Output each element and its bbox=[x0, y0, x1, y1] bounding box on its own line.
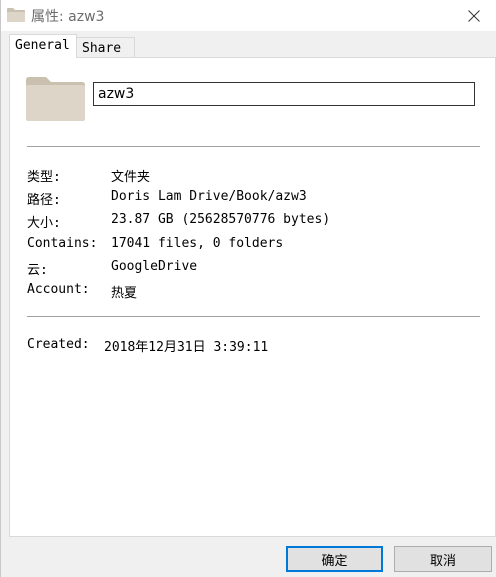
folder-icon bbox=[26, 77, 85, 121]
cloud-value: GoogleDrive bbox=[111, 259, 198, 274]
folder-icon bbox=[7, 8, 25, 22]
tab-general[interactable]: General bbox=[9, 34, 77, 58]
created-label: Created: bbox=[27, 337, 90, 352]
title-bar[interactable]: 属性: azw3 bbox=[1, 0, 496, 31]
divider bbox=[27, 316, 480, 317]
contains-label: Contains: bbox=[27, 236, 98, 251]
close-button[interactable] bbox=[451, 0, 496, 31]
created-value: 2018年12月31日 3:39:11 bbox=[104, 340, 269, 355]
contains-value: 17041 files, 0 folders bbox=[111, 236, 284, 251]
cloud-label: 云: bbox=[27, 263, 48, 278]
cancel-button[interactable]: 取消 bbox=[394, 546, 492, 572]
window-title: 属性: azw3 bbox=[31, 9, 105, 25]
folder-name-input[interactable] bbox=[93, 82, 475, 106]
ok-button[interactable]: 确定 bbox=[286, 546, 383, 572]
size-label: 大小: bbox=[27, 216, 61, 231]
account-value: 热夏 bbox=[111, 286, 138, 301]
tab-share[interactable]: Share bbox=[77, 37, 135, 58]
type-label: 类型: bbox=[27, 170, 61, 185]
type-value: 文件夹 bbox=[111, 170, 151, 185]
close-icon bbox=[468, 9, 480, 22]
path-label: 路径: bbox=[27, 193, 61, 208]
divider bbox=[27, 146, 480, 147]
general-panel: 类型: 文件夹 路径: Doris Lam Drive/Book/azw3 大小… bbox=[9, 57, 496, 537]
properties-dialog: 属性: azw3 General Share 类型: 文件夹 路径: Doris… bbox=[0, 0, 496, 577]
size-value: 23.87 GB (25628570776 bytes) bbox=[111, 212, 331, 227]
path-value: Doris Lam Drive/Book/azw3 bbox=[111, 189, 307, 204]
account-label: Account: bbox=[27, 282, 90, 297]
